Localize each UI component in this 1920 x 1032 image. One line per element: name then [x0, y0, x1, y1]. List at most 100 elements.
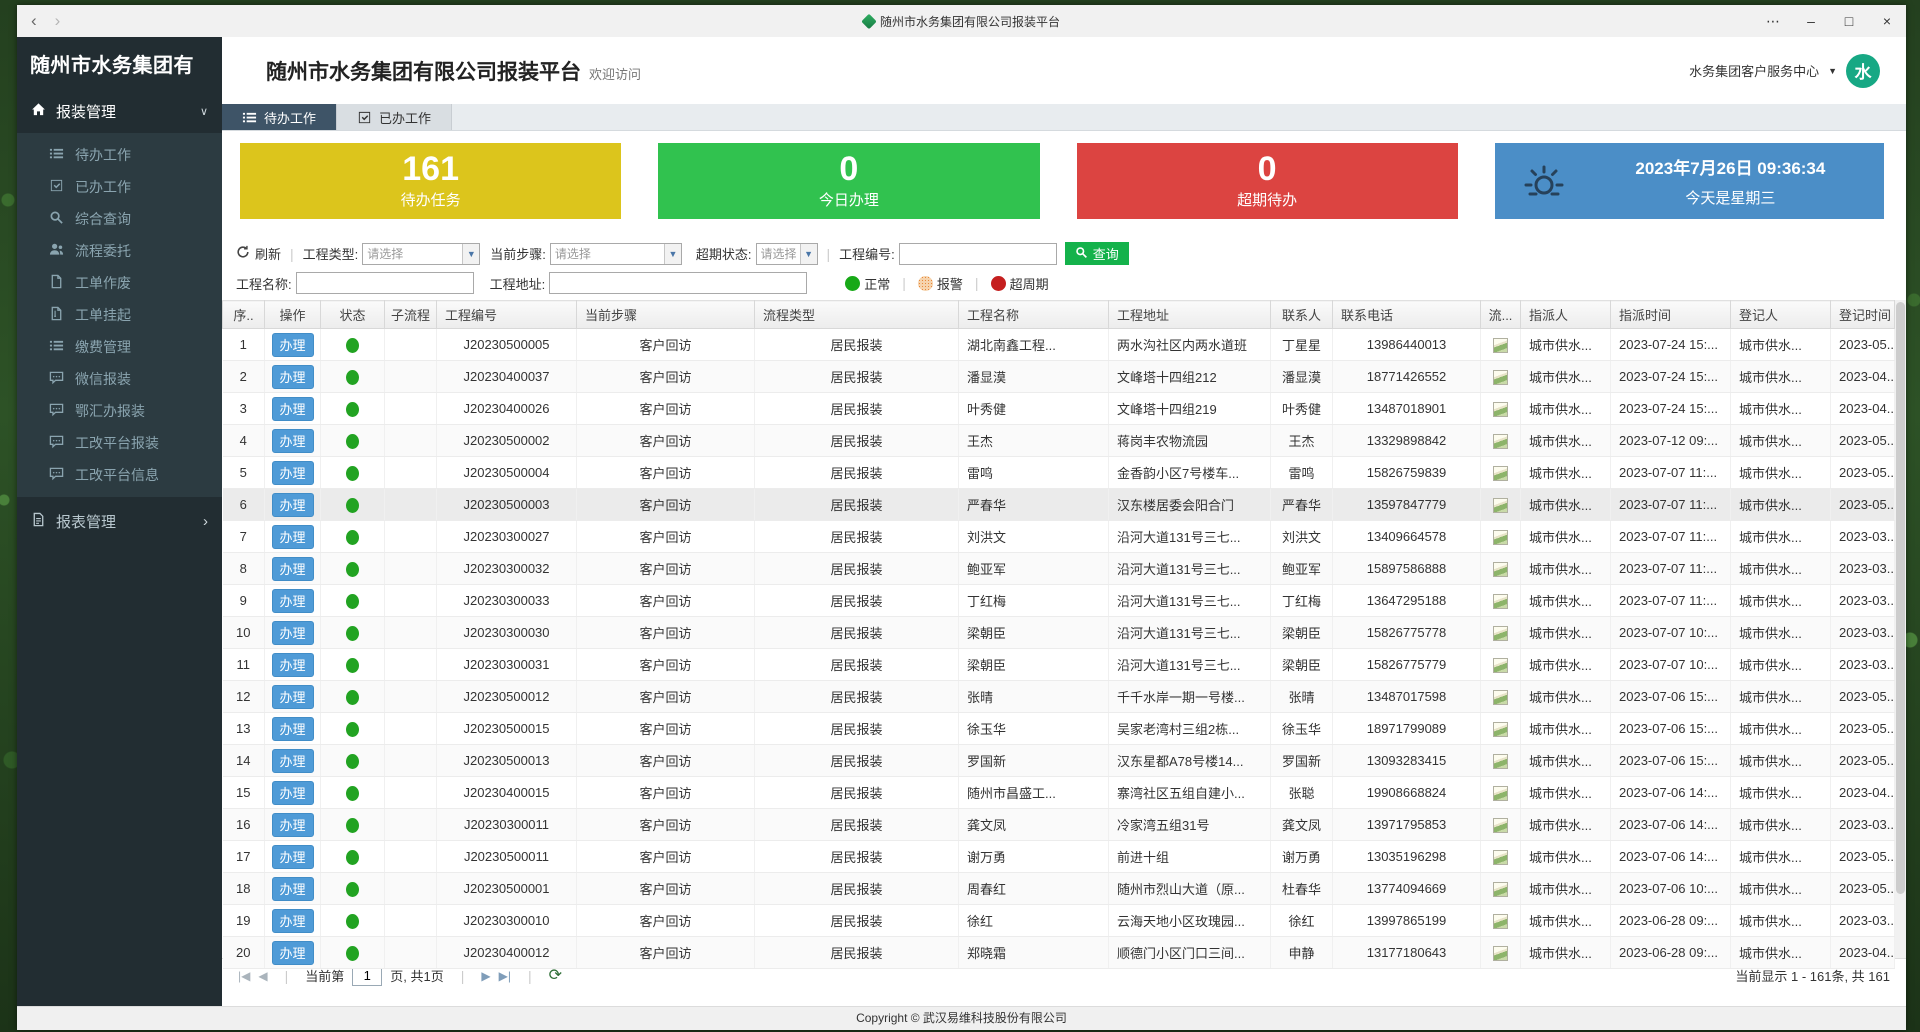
cell-flow[interactable] [1481, 617, 1521, 649]
refresh-button[interactable]: 刷新 [236, 244, 281, 263]
handle-button[interactable]: 办理 [272, 621, 314, 645]
flow-chart-icon[interactable] [1493, 850, 1508, 865]
first-page-icon[interactable]: |◀ [238, 969, 250, 983]
cell-flow[interactable] [1481, 489, 1521, 521]
last-page-icon[interactable]: ▶| [499, 969, 511, 983]
next-page-icon[interactable]: ▶ [481, 969, 490, 983]
minimize-icon[interactable]: – [1792, 5, 1830, 37]
cell-action[interactable]: 办理 [265, 457, 321, 489]
scrollbar-thumb[interactable] [1896, 302, 1905, 894]
handle-button[interactable]: 办理 [272, 397, 314, 421]
flow-chart-icon[interactable] [1493, 498, 1508, 513]
flow-chart-icon[interactable] [1493, 658, 1508, 673]
cell-flow[interactable] [1481, 425, 1521, 457]
cell-flow[interactable] [1481, 873, 1521, 905]
flow-chart-icon[interactable] [1493, 530, 1508, 545]
cell-flow[interactable] [1481, 777, 1521, 809]
cell-flow[interactable] [1481, 809, 1521, 841]
avatar[interactable]: 水 [1846, 54, 1880, 88]
flow-chart-icon[interactable] [1493, 338, 1508, 353]
sidebar-item-9[interactable]: 工改平台报装 [17, 427, 222, 459]
name-input[interactable] [296, 272, 474, 294]
handle-button[interactable]: 办理 [272, 653, 314, 677]
handle-button[interactable]: 办理 [272, 749, 314, 773]
cell-action[interactable]: 办理 [265, 425, 321, 457]
cell-flow[interactable] [1481, 649, 1521, 681]
handle-button[interactable]: 办理 [272, 429, 314, 453]
flow-chart-icon[interactable] [1493, 370, 1508, 385]
cell-action[interactable]: 办理 [265, 841, 321, 873]
handle-button[interactable]: 办理 [272, 333, 314, 357]
cell-flow[interactable] [1481, 329, 1521, 361]
tab-1[interactable]: 已办工作 [337, 104, 452, 130]
cell-flow[interactable] [1481, 841, 1521, 873]
handle-button[interactable]: 办理 [272, 589, 314, 613]
flow-chart-icon[interactable] [1493, 722, 1508, 737]
addr-input[interactable] [549, 272, 807, 294]
tab-0[interactable]: 待办工作 [222, 104, 337, 130]
handle-button[interactable]: 办理 [272, 685, 314, 709]
cell-flow[interactable] [1481, 553, 1521, 585]
flow-chart-icon[interactable] [1493, 594, 1508, 609]
user-menu[interactable]: 水务集团客户服务中心 ▼ 水 [1689, 54, 1880, 88]
cell-action[interactable]: 办理 [265, 809, 321, 841]
cell-flow[interactable] [1481, 713, 1521, 745]
cell-action[interactable]: 办理 [265, 617, 321, 649]
sidebar-item-1[interactable]: 已办工作 [17, 171, 222, 203]
cell-action[interactable]: 办理 [265, 329, 321, 361]
flow-chart-icon[interactable] [1493, 466, 1508, 481]
vertical-scrollbar[interactable] [1895, 300, 1906, 958]
type-select[interactable]: 请选择 ▼ [362, 243, 480, 265]
step-select[interactable]: 请选择 ▼ [550, 243, 682, 265]
cell-flow[interactable] [1481, 905, 1521, 937]
reload-grid-icon[interactable]: ⟳ [549, 968, 562, 984]
cell-flow[interactable] [1481, 521, 1521, 553]
code-input[interactable] [899, 243, 1057, 265]
sidebar-item-4[interactable]: 工单作废 [17, 267, 222, 299]
handle-button[interactable]: 办理 [272, 877, 314, 901]
flow-chart-icon[interactable] [1493, 818, 1508, 833]
sidebar-item-5[interactable]: 工单挂起 [17, 299, 222, 331]
cell-action[interactable]: 办理 [265, 489, 321, 521]
cell-flow[interactable] [1481, 457, 1521, 489]
sidebar-item-7[interactable]: 微信报装 [17, 363, 222, 395]
cell-action[interactable]: 办理 [265, 553, 321, 585]
sidebar-section-baozhuang[interactable]: 报装管理 ∨ [17, 89, 222, 133]
cell-flow[interactable] [1481, 681, 1521, 713]
cell-action[interactable]: 办理 [265, 745, 321, 777]
cell-action[interactable]: 办理 [265, 585, 321, 617]
sidebar-item-10[interactable]: 工改平台信息 [17, 459, 222, 491]
handle-button[interactable]: 办理 [272, 813, 314, 837]
cell-flow[interactable] [1481, 745, 1521, 777]
cell-action[interactable]: 办理 [265, 681, 321, 713]
cell-action[interactable]: 办理 [265, 905, 321, 937]
cell-action[interactable]: 办理 [265, 873, 321, 905]
cell-flow[interactable] [1481, 393, 1521, 425]
handle-button[interactable]: 办理 [272, 557, 314, 581]
handle-button[interactable]: 办理 [272, 909, 314, 933]
flow-chart-icon[interactable] [1493, 690, 1508, 705]
flow-chart-icon[interactable] [1493, 786, 1508, 801]
flow-chart-icon[interactable] [1493, 402, 1508, 417]
cell-flow[interactable] [1481, 585, 1521, 617]
forward-icon[interactable]: › [55, 11, 61, 31]
close-icon[interactable]: × [1868, 5, 1906, 37]
cell-action[interactable]: 办理 [265, 937, 321, 969]
handle-button[interactable]: 办理 [272, 941, 314, 965]
flow-chart-icon[interactable] [1493, 914, 1508, 929]
handle-button[interactable]: 办理 [272, 461, 314, 485]
prev-page-icon[interactable]: ◀ [258, 969, 267, 983]
more-menu-icon[interactable]: ⋯ [1754, 5, 1792, 37]
cell-action[interactable]: 办理 [265, 713, 321, 745]
cell-flow[interactable] [1481, 937, 1521, 969]
sidebar-item-2[interactable]: 综合查询 [17, 203, 222, 235]
sidebar-item-8[interactable]: 鄂汇办报装 [17, 395, 222, 427]
back-icon[interactable]: ‹ [31, 11, 37, 31]
flow-chart-icon[interactable] [1493, 946, 1508, 961]
handle-button[interactable]: 办理 [272, 493, 314, 517]
query-button[interactable]: 查询 [1065, 242, 1129, 265]
sidebar-item-6[interactable]: 缴费管理 [17, 331, 222, 363]
handle-button[interactable]: 办理 [272, 525, 314, 549]
handle-button[interactable]: 办理 [272, 781, 314, 805]
overdue-select[interactable]: 请选择 ▼ [756, 243, 818, 265]
